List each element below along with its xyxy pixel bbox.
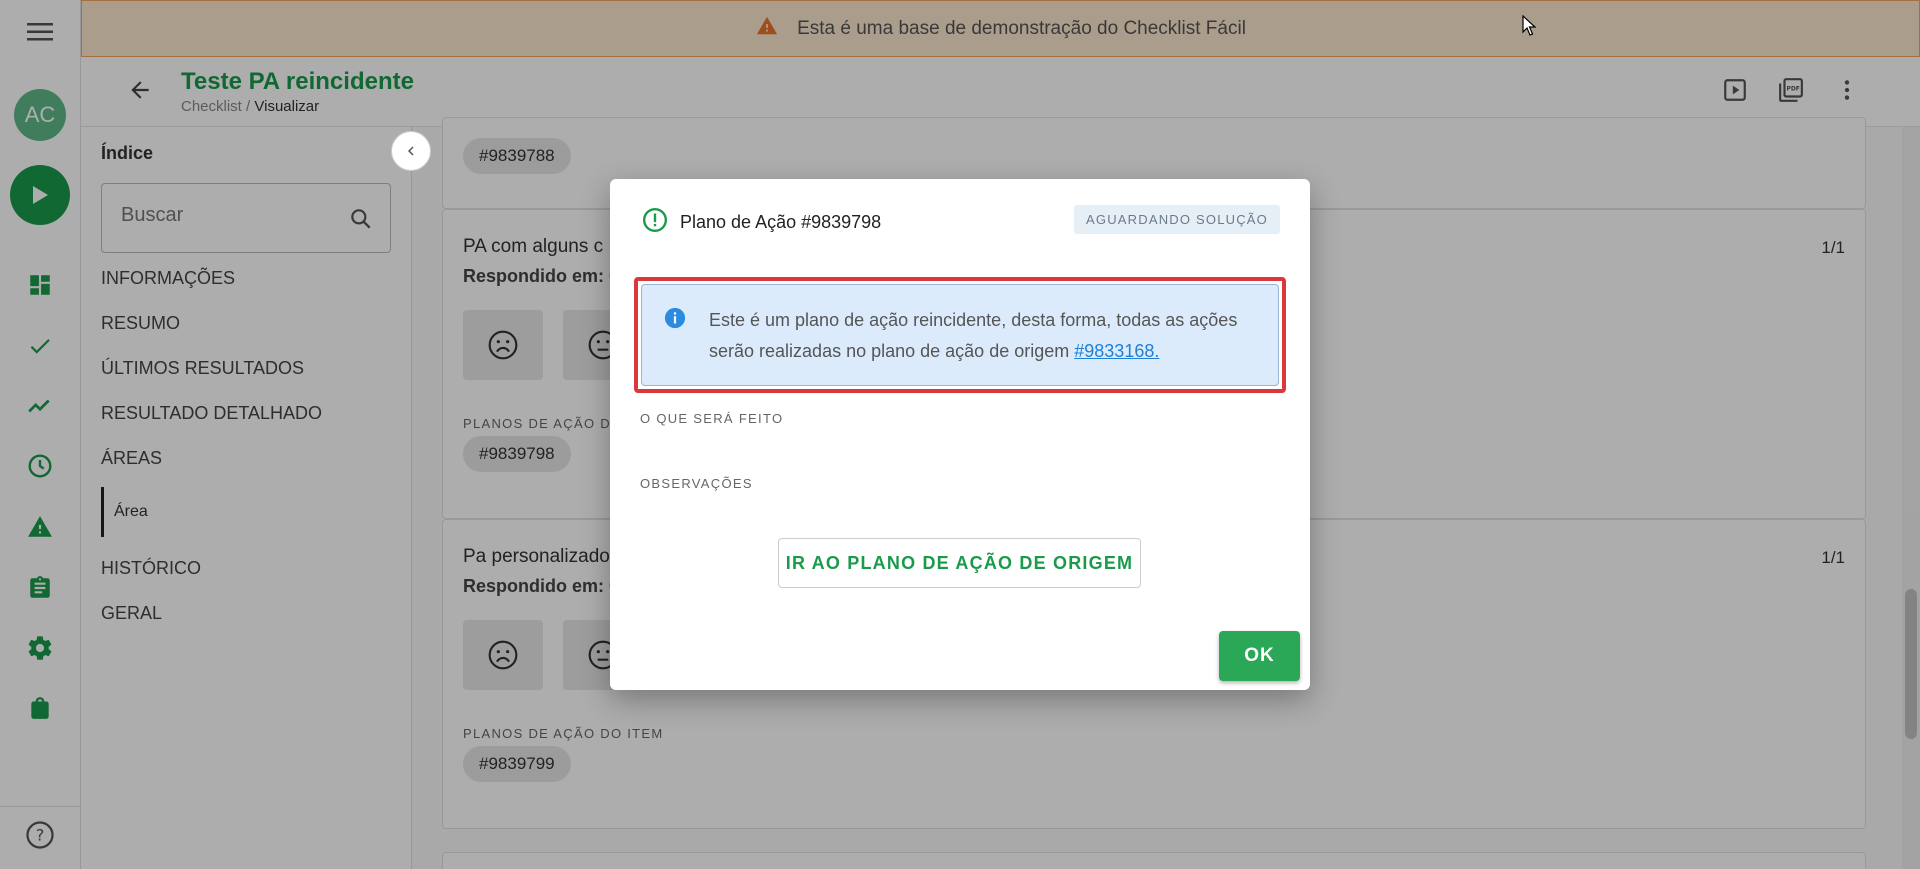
recurrence-alert: Este é um plano de ação reincidente, des… [641, 284, 1279, 386]
action-plan-dialog: Plano de Ação #9839798 AGUARDANDO SOLUÇÃ… [610, 179, 1310, 690]
origin-plan-link[interactable]: #9833168. [1074, 341, 1159, 361]
dialog-title: Plano de Ação #9839798 [680, 212, 882, 232]
what-will-be-done-label: O QUE SERÁ FEITO [640, 411, 784, 426]
status-badge: AGUARDANDO SOLUÇÃO [1074, 205, 1280, 234]
info-icon [664, 307, 686, 334]
alert-message: Este é um plano de ação reincidente, des… [709, 305, 1269, 367]
chevron-left-icon [408, 146, 414, 156]
mouse-cursor-icon [1522, 14, 1537, 42]
dialog-header: Plano de Ação #9839798 [642, 207, 881, 238]
notes-label: OBSERVAÇÕES [640, 476, 753, 491]
recurrence-alert-highlight: Este é um plano de ação reincidente, des… [634, 277, 1286, 393]
collapse-index-button[interactable] [391, 131, 431, 171]
go-to-origin-plan-button[interactable]: IR AO PLANO DE AÇÃO DE ORIGEM [778, 538, 1141, 588]
ok-button[interactable]: OK [1219, 631, 1300, 681]
alert-circle-icon [642, 207, 668, 238]
